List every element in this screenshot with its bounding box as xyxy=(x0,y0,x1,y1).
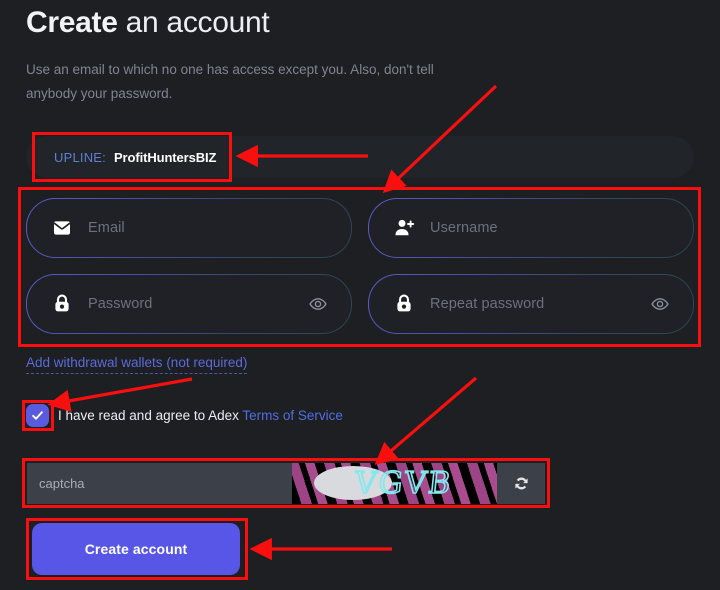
arrow-to-captcha xyxy=(374,376,478,465)
add-withdrawal-wallets-link[interactable]: Add withdrawal wallets (not required) xyxy=(26,355,248,374)
password-field[interactable]: Password xyxy=(26,274,352,334)
username-field[interactable]: Username xyxy=(368,198,694,258)
credentials-field-grid: Email Username Password Repeat password xyxy=(26,198,694,334)
repeat-password-field[interactable]: Repeat password xyxy=(368,274,694,334)
terms-of-service-link[interactable]: Terms of Service xyxy=(242,408,343,423)
captcha-row: captcha VGVB xyxy=(27,463,545,504)
refresh-icon[interactable] xyxy=(497,463,545,504)
create-account-button[interactable]: Create account xyxy=(32,523,240,575)
password-placeholder: Password xyxy=(88,296,153,312)
captcha-image[interactable]: VGVB xyxy=(292,463,497,504)
refresh-glyph xyxy=(514,477,528,490)
captcha-challenge-text: VGVB xyxy=(352,465,455,502)
upline-inner: UPLINE: ProfitHuntersBIZ xyxy=(26,150,216,165)
upline-bar: UPLINE: ProfitHuntersBIZ xyxy=(26,136,694,178)
person-add-icon xyxy=(391,215,417,241)
terms-agreement-row: I have read and agree to Adex Terms of S… xyxy=(26,404,343,427)
toggle-repeat-password-visibility-icon[interactable] xyxy=(649,293,671,315)
upline-value: ProfitHuntersBIZ xyxy=(113,149,217,165)
email-field[interactable]: Email xyxy=(26,198,352,258)
check-icon xyxy=(32,411,43,420)
captcha-input[interactable]: captcha xyxy=(27,463,292,504)
terms-static-text: I have read and agree to Adex xyxy=(58,408,239,423)
terms-label: I have read and agree to Adex Terms of S… xyxy=(58,408,343,423)
terms-checkbox[interactable] xyxy=(26,404,49,427)
page-title-light: an account xyxy=(117,6,270,39)
page-subtitle: Use an email to which no one has access … xyxy=(26,62,434,101)
upline-label: UPLINE: xyxy=(54,149,106,165)
toggle-password-visibility-icon[interactable] xyxy=(307,293,329,315)
email-placeholder: Email xyxy=(88,220,125,236)
page-title: Create an account xyxy=(26,6,270,40)
arrow-to-checkbox xyxy=(47,377,193,412)
registration-page: Create an account Use an email to which … xyxy=(0,0,720,590)
envelope-icon xyxy=(49,215,75,241)
lock-icon xyxy=(49,291,75,317)
repeat-password-placeholder: Repeat password xyxy=(430,296,545,312)
username-placeholder: Username xyxy=(430,220,498,236)
lock-icon xyxy=(391,291,417,317)
page-title-bold: Create xyxy=(26,6,118,39)
